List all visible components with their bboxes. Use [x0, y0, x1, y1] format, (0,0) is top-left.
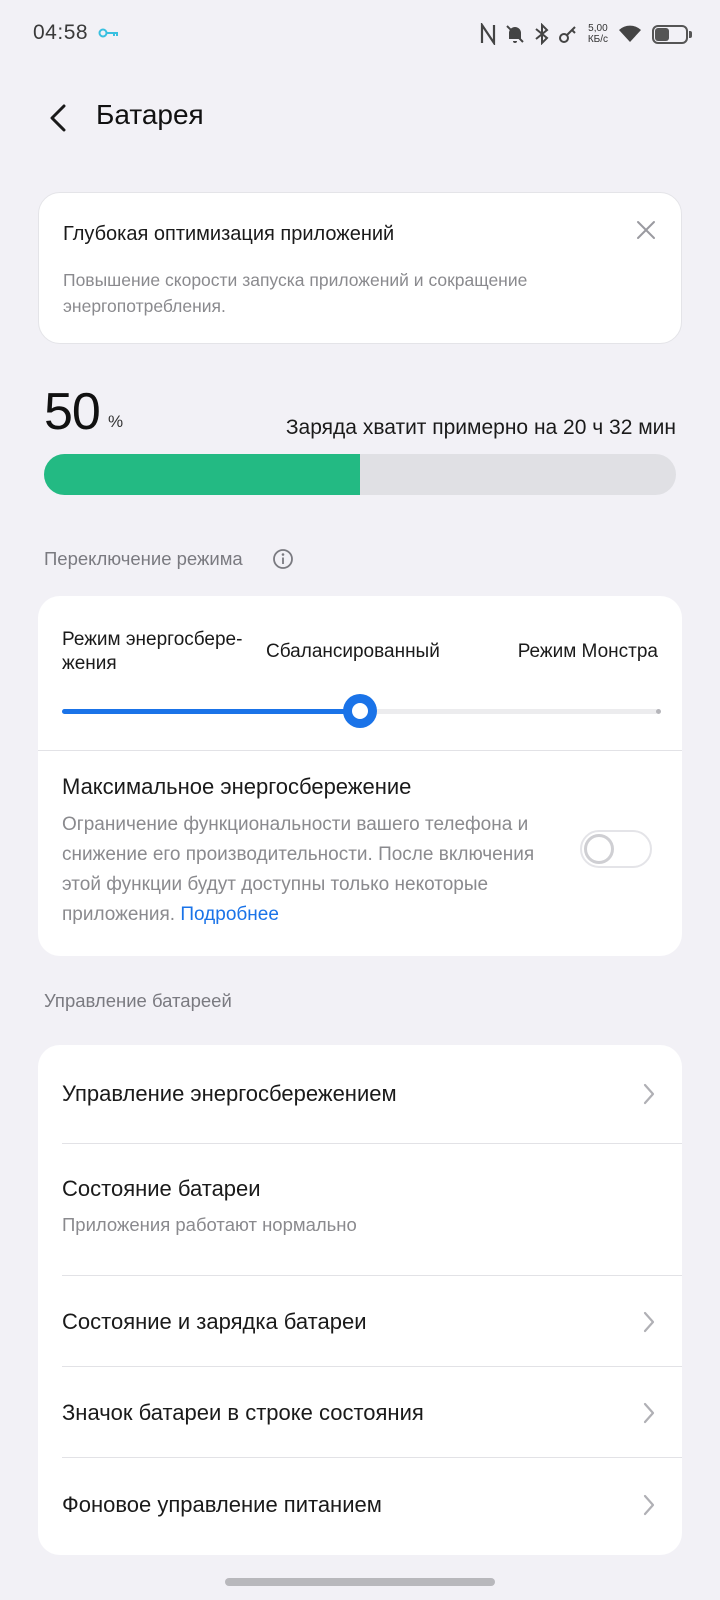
bluetooth-icon	[535, 23, 549, 45]
close-icon	[637, 221, 655, 239]
slider-thumb[interactable]	[343, 694, 377, 728]
list-item-background-power-management[interactable]: Фоновое управление питанием	[38, 1458, 682, 1555]
battery-level-bar	[44, 454, 676, 495]
key-icon	[98, 28, 118, 38]
battery-percent-value: 50	[44, 383, 101, 441]
chevron-right-icon	[643, 1083, 655, 1105]
vpn-key-icon	[558, 26, 576, 43]
wifi-icon	[619, 25, 641, 42]
list-item-battery-health-charging[interactable]: Состояние и зарядка батареи	[38, 1276, 682, 1367]
promo-title: Глубокая оптимизация приложений	[63, 223, 395, 245]
battery-percent-sign: %	[108, 412, 124, 431]
battery-status-icon	[652, 24, 692, 44]
optimization-promo-card[interactable]: Глубокая оптимизация приложений Повышени…	[38, 192, 682, 344]
mute-bell-icon	[506, 25, 524, 43]
slider-fill	[62, 709, 360, 714]
mode-option-monster[interactable]: Режим Монстра	[518, 640, 658, 664]
mode-section-label: Переключение режима	[44, 548, 243, 569]
divider	[38, 750, 682, 751]
list-item-label: Состояние и зарядка батареи	[62, 1309, 367, 1334]
chevron-right-icon	[643, 1311, 655, 1333]
status-bar: 04:58 5,00 КБ/с	[0, 0, 720, 68]
battery-level-fill	[44, 454, 360, 495]
slider-end-dot	[656, 709, 661, 714]
list-item-label: Управление энергосбережением	[62, 1081, 397, 1106]
list-item-label: Значок батареи в строке состояния	[62, 1400, 424, 1425]
list-item-label: Фоновое управление питанием	[62, 1492, 382, 1517]
home-indicator[interactable]	[225, 1578, 495, 1586]
list-item-label: Состояние батареи	[62, 1176, 261, 1201]
management-section-label: Управление батареей	[44, 990, 232, 1011]
nfc-icon	[480, 23, 495, 45]
learn-more-link[interactable]: Подробнее	[180, 904, 279, 925]
promo-description: Повышение скорости запуска приложений и …	[63, 270, 528, 316]
info-icon[interactable]	[272, 548, 294, 570]
chevron-right-icon	[643, 1402, 655, 1424]
battery-remaining-time: Заряда хватит примерно на 20 ч 32 мин	[285, 416, 676, 439]
mode-option-power-saving[interactable]: Режим энергосбере-жения	[62, 628, 262, 676]
management-card: Управление энергосбережением Состояние б…	[38, 1045, 682, 1555]
status-icons: 5,00 КБ/с	[480, 18, 692, 50]
status-time: 04:58	[33, 21, 89, 44]
mode-card: Режим энергосбере-жения Сбалансированный…	[38, 596, 682, 956]
mode-slider[interactable]	[62, 694, 661, 728]
mode-option-balanced[interactable]: Сбалансированный	[266, 640, 440, 664]
list-item-sublabel: Приложения работают нормально	[62, 1214, 357, 1235]
max-saving-toggle[interactable]	[580, 830, 652, 868]
page-title: Батарея	[96, 99, 204, 130]
network-speed: 5,00 КБ/с	[587, 23, 608, 45]
max-saving-description: Ограничение функциональности вашего теле…	[62, 814, 535, 925]
app-header: Батарея	[0, 82, 720, 152]
chevron-right-icon	[643, 1494, 655, 1516]
list-item-power-saving-management[interactable]: Управление энергосбережением	[38, 1045, 682, 1143]
max-saving-title: Максимальное энергосбережение	[62, 774, 412, 799]
list-item-battery-state[interactable]: Состояние батареи Приложения работают но…	[38, 1144, 682, 1276]
list-item-status-bar-battery-icon[interactable]: Значок батареи в строке состояния	[38, 1367, 682, 1458]
promo-close-button[interactable]	[633, 217, 659, 243]
toggle-knob	[584, 834, 614, 864]
back-button[interactable]	[38, 98, 78, 138]
back-arrow-icon	[50, 104, 66, 132]
